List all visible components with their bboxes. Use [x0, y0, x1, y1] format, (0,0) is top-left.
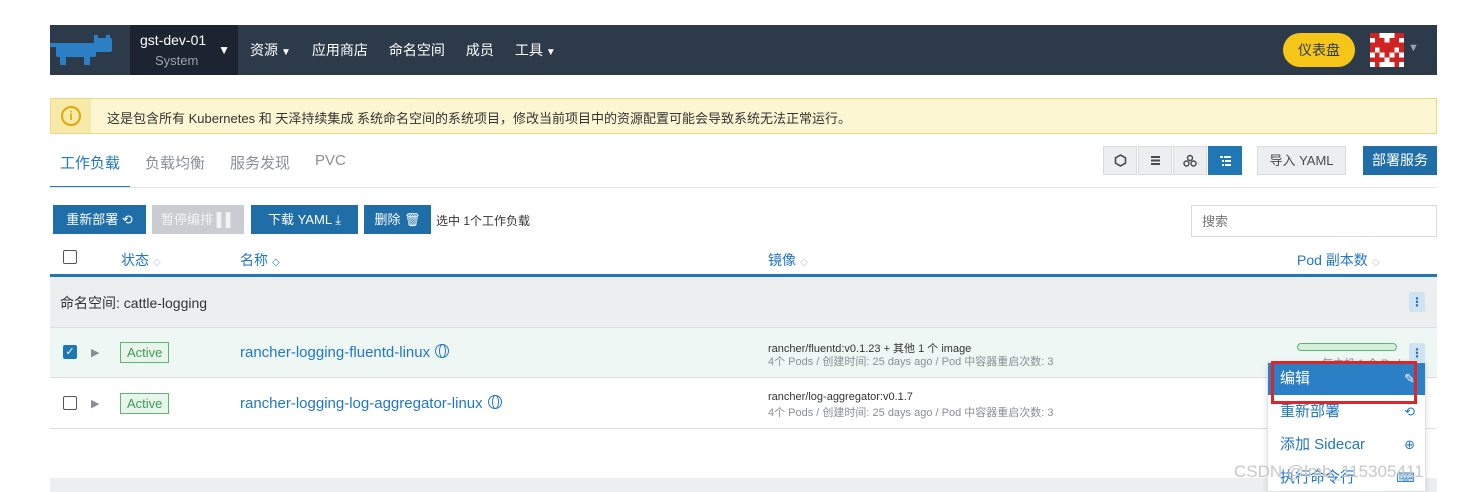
delete-button[interactable]: 删除 🗑 — [364, 205, 431, 234]
workload-image: rancher/log-aggregator:v0.1.7 — [768, 391, 913, 403]
banner-text: 这是包含所有 Kubernetes 和 天泽持续集成 系统命名空间的系统项目，修… — [107, 111, 851, 126]
kebab-menu-icon[interactable]: ⋮ — [1409, 343, 1425, 363]
nav-item-resources[interactable]: 资源 ▼ — [250, 40, 291, 60]
view-mode-group — [1102, 146, 1242, 175]
workload-name-link[interactable]: rancher-logging-log-aggregator-linux — [240, 395, 502, 412]
selection-count: 选中 1个工作负载 — [436, 214, 531, 228]
sort-icon: ◇ — [1371, 257, 1380, 268]
tabs-divider — [50, 187, 1437, 188]
info-icon: i — [61, 106, 81, 126]
status-badge: Active — [120, 342, 170, 363]
pause-orchestration-button[interactable]: 暂停编排 ▌▌ — [152, 205, 244, 234]
column-header-pods[interactable]: Pod 副本数 ◇ — [1297, 250, 1380, 270]
menu-item-add-sidecar[interactable]: 添加 Sidecar ⊕ — [1268, 429, 1425, 461]
tab-service-discovery[interactable]: 服务发现 — [220, 140, 300, 188]
dashboard-button[interactable]: 仪表盘 — [1283, 33, 1355, 67]
column-header-image[interactable]: 镜像 ◇ — [768, 250, 808, 270]
import-yaml-button[interactable]: 导入 YAML — [1257, 146, 1346, 175]
globe-icon — [487, 395, 502, 409]
table-row[interactable]: ▶ Active rancher-logging-log-aggregator-… — [50, 379, 1437, 429]
status-badge: Active — [120, 393, 170, 414]
cluster-switcher[interactable]: gst-dev-01 System ▼ — [130, 25, 238, 75]
chevron-down-icon: ▼ — [545, 47, 556, 58]
workload-meta: 4个 Pods / 创建时间: 25 days ago / Pod 中容器重启次… — [768, 407, 1054, 419]
expand-arrow-icon[interactable]: ▶ — [91, 397, 99, 410]
redeploy-button[interactable]: 重新部署 ⟲ — [53, 205, 146, 234]
plus-circle-icon: ⊕ — [1404, 437, 1415, 452]
tab-workloads[interactable]: 工作负载 — [50, 140, 131, 188]
tab-pvc[interactable]: PVC — [305, 140, 356, 188]
select-all-checkbox[interactable] — [63, 250, 77, 264]
top-navbar: gst-dev-01 System ▼ 资源 ▼ 应用商店 命名空间 成员 工具 ▼… — [50, 25, 1437, 75]
search-input[interactable] — [1191, 205, 1437, 237]
namespace-label: 命名空间: cattle-logging — [60, 295, 208, 311]
watermark: CSDN @lmb_115305411 — [1234, 462, 1424, 481]
chevron-down-icon[interactable]: ▼ — [1408, 42, 1419, 54]
chevron-down-icon: ▼ — [281, 47, 291, 58]
nav-item-tools[interactable]: 工具 ▼ — [515, 40, 556, 60]
tree-list-icon[interactable] — [1208, 146, 1242, 175]
next-group-row — [50, 478, 1437, 492]
nav-item-catalog[interactable]: 应用商店 — [312, 40, 368, 60]
workload-meta: 4个 Pods / 创建时间: 25 days ago / Pod 中容器重启次… — [768, 356, 1054, 368]
namespace-group-row: 命名空间: cattle-logging ⋮ — [50, 277, 1437, 328]
annotation-highlight-box — [1271, 361, 1417, 404]
cluster-name: gst-dev-01 — [140, 32, 207, 48]
deploy-button[interactable]: 部署服务 — [1363, 146, 1437, 175]
main-nav: 资源 ▼ 应用商店 命名空间 成员 工具 ▼ — [250, 25, 577, 75]
sort-icon: ◇ — [272, 257, 280, 268]
nodes-group-icon[interactable] — [1173, 146, 1207, 175]
download-yaml-button[interactable]: 下载 YAML ⤓ — [251, 205, 358, 234]
nav-item-members[interactable]: 成员 — [466, 40, 494, 60]
system-project-warning-banner: i 这是包含所有 Kubernetes 和 天泽持续集成 系统命名空间的系统项目… — [50, 98, 1437, 134]
list-icon[interactable] — [1138, 146, 1172, 175]
rancher-logo-icon[interactable] — [50, 33, 120, 67]
project-name: System — [155, 53, 199, 68]
globe-icon — [435, 344, 450, 358]
chevron-down-icon: ▼ — [218, 43, 230, 57]
kebab-menu-icon[interactable]: ⋮ — [1409, 292, 1425, 312]
workload-name-link[interactable]: rancher-logging-fluentd-linux — [240, 344, 450, 361]
expand-arrow-icon[interactable]: ▶ — [91, 346, 99, 359]
row-checkbox[interactable] — [63, 396, 77, 410]
user-avatar[interactable] — [1370, 33, 1404, 67]
row-checkbox[interactable]: ✓ — [63, 345, 77, 359]
table-row[interactable]: ✓ ▶ Active rancher-logging-fluentd-linux… — [50, 328, 1437, 378]
pod-progress-bar — [1297, 343, 1397, 351]
column-header-state[interactable]: 状态 ◇ — [121, 250, 161, 270]
resource-tabs: 工作负载 负载均衡 服务发现 PVC — [50, 140, 361, 188]
sort-icon: ◇ — [800, 257, 808, 268]
cube-icon[interactable] — [1103, 146, 1137, 175]
tab-load-balancing[interactable]: 负载均衡 — [135, 140, 215, 188]
nav-item-namespaces[interactable]: 命名空间 — [389, 40, 445, 60]
sort-icon: ◇ — [153, 257, 161, 268]
column-header-name[interactable]: 名称 ◇ — [240, 250, 280, 270]
